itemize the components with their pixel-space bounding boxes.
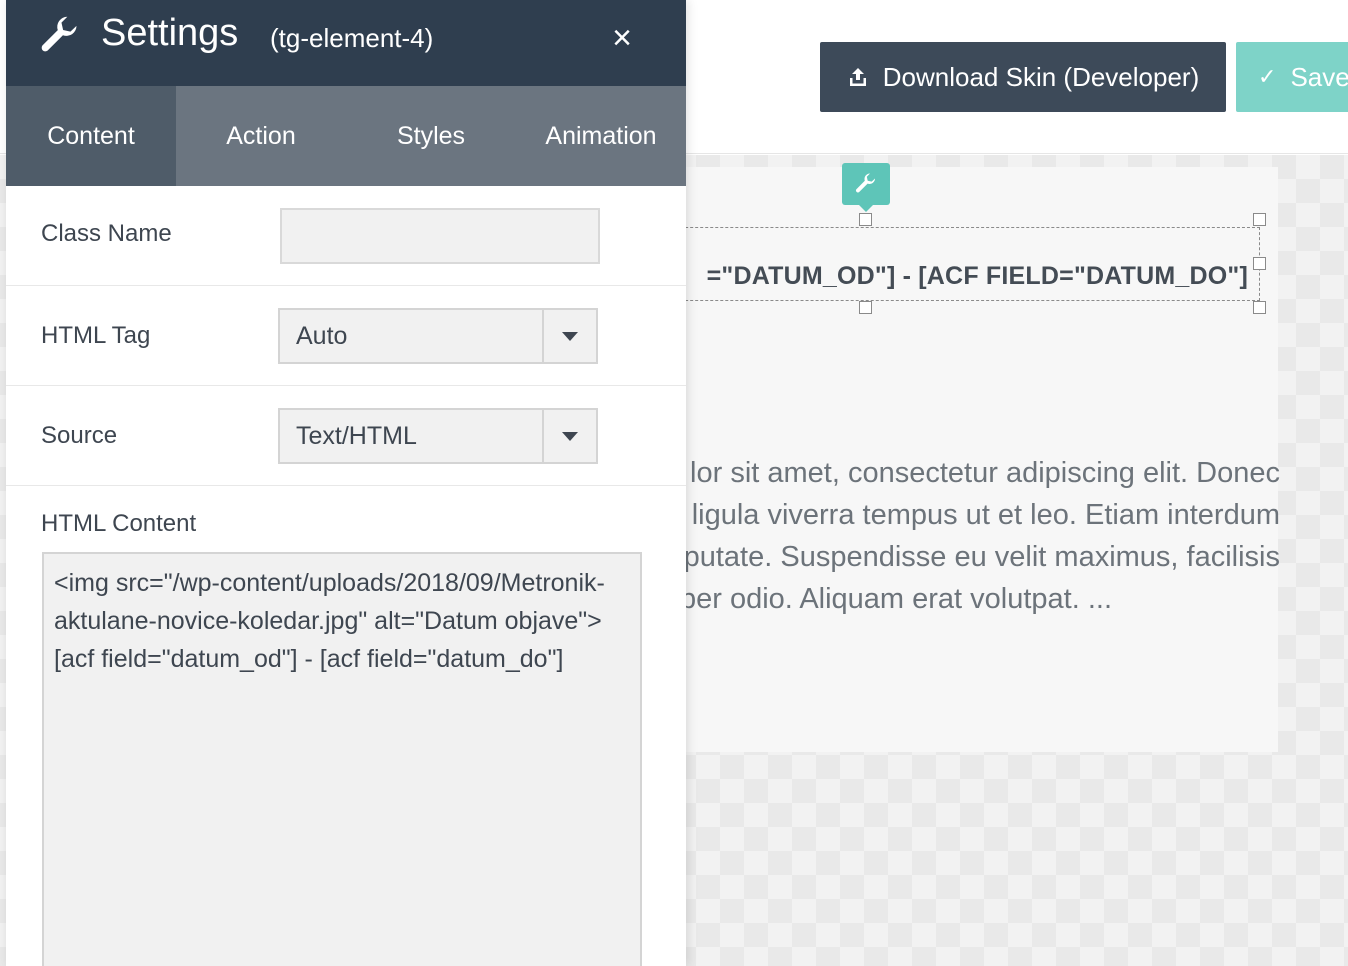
save-label: Save <box>1290 61 1348 92</box>
html-tag-dropdown-toggle[interactable] <box>542 310 596 362</box>
source-row: Source Text/HTML <box>6 386 686 486</box>
settings-title: Settings <box>101 12 239 54</box>
chevron-down-icon <box>562 431 578 441</box>
tab-content[interactable]: Content <box>6 86 176 186</box>
class-name-input[interactable] <box>280 208 600 264</box>
resize-handle-top-right[interactable] <box>1253 213 1266 226</box>
html-tag-select[interactable]: Auto <box>278 308 598 364</box>
settings-element-id: (tg-element-4) <box>270 23 434 53</box>
html-tag-label: HTML Tag <box>41 322 151 349</box>
selected-element-outline[interactable] <box>640 227 1260 301</box>
html-content-label: HTML Content <box>41 510 197 537</box>
html-tag-row: HTML Tag Auto <box>6 286 686 386</box>
tab-action[interactable]: Action <box>176 86 346 186</box>
check-icon: ✓ <box>1258 64 1277 89</box>
source-select[interactable]: Text/HTML <box>278 408 598 464</box>
resize-handle-bottom[interactable] <box>859 301 872 314</box>
tab-animation[interactable]: Animation <box>516 86 686 186</box>
close-icon[interactable]: × <box>606 19 638 57</box>
source-dropdown-toggle[interactable] <box>542 410 596 462</box>
download-skin-label: Download Skin (Developer) <box>882 61 1200 92</box>
resize-handle-right[interactable] <box>1253 257 1266 270</box>
tab-styles[interactable]: Styles <box>346 86 516 186</box>
source-value: Text/HTML <box>296 421 417 450</box>
chevron-down-icon <box>562 331 578 341</box>
save-button[interactable]: ✓ Save <box>1236 42 1348 112</box>
resize-handle-bottom-right[interactable] <box>1253 301 1266 314</box>
class-name-row: Class Name <box>6 186 686 286</box>
resize-handle-top[interactable] <box>859 213 872 226</box>
html-content-textarea[interactable]: <img src="/wp-content/uploads/2018/09/Me… <box>42 552 642 966</box>
wrench-icon <box>856 173 875 193</box>
element-settings-handle[interactable] <box>842 163 890 212</box>
class-name-label: Class Name <box>41 220 172 247</box>
upload-icon <box>849 68 866 86</box>
settings-panel: Settings (tg-element-4) × Content Action… <box>6 0 686 966</box>
wrench-icon <box>41 16 77 52</box>
source-label: Source <box>41 422 118 449</box>
settings-tabs: Content Action Styles Animation <box>6 86 686 186</box>
settings-header: Settings (tg-element-4) × <box>6 0 686 86</box>
download-skin-button[interactable]: Download Skin (Developer) <box>820 42 1226 112</box>
html-tag-value: Auto <box>296 321 348 350</box>
